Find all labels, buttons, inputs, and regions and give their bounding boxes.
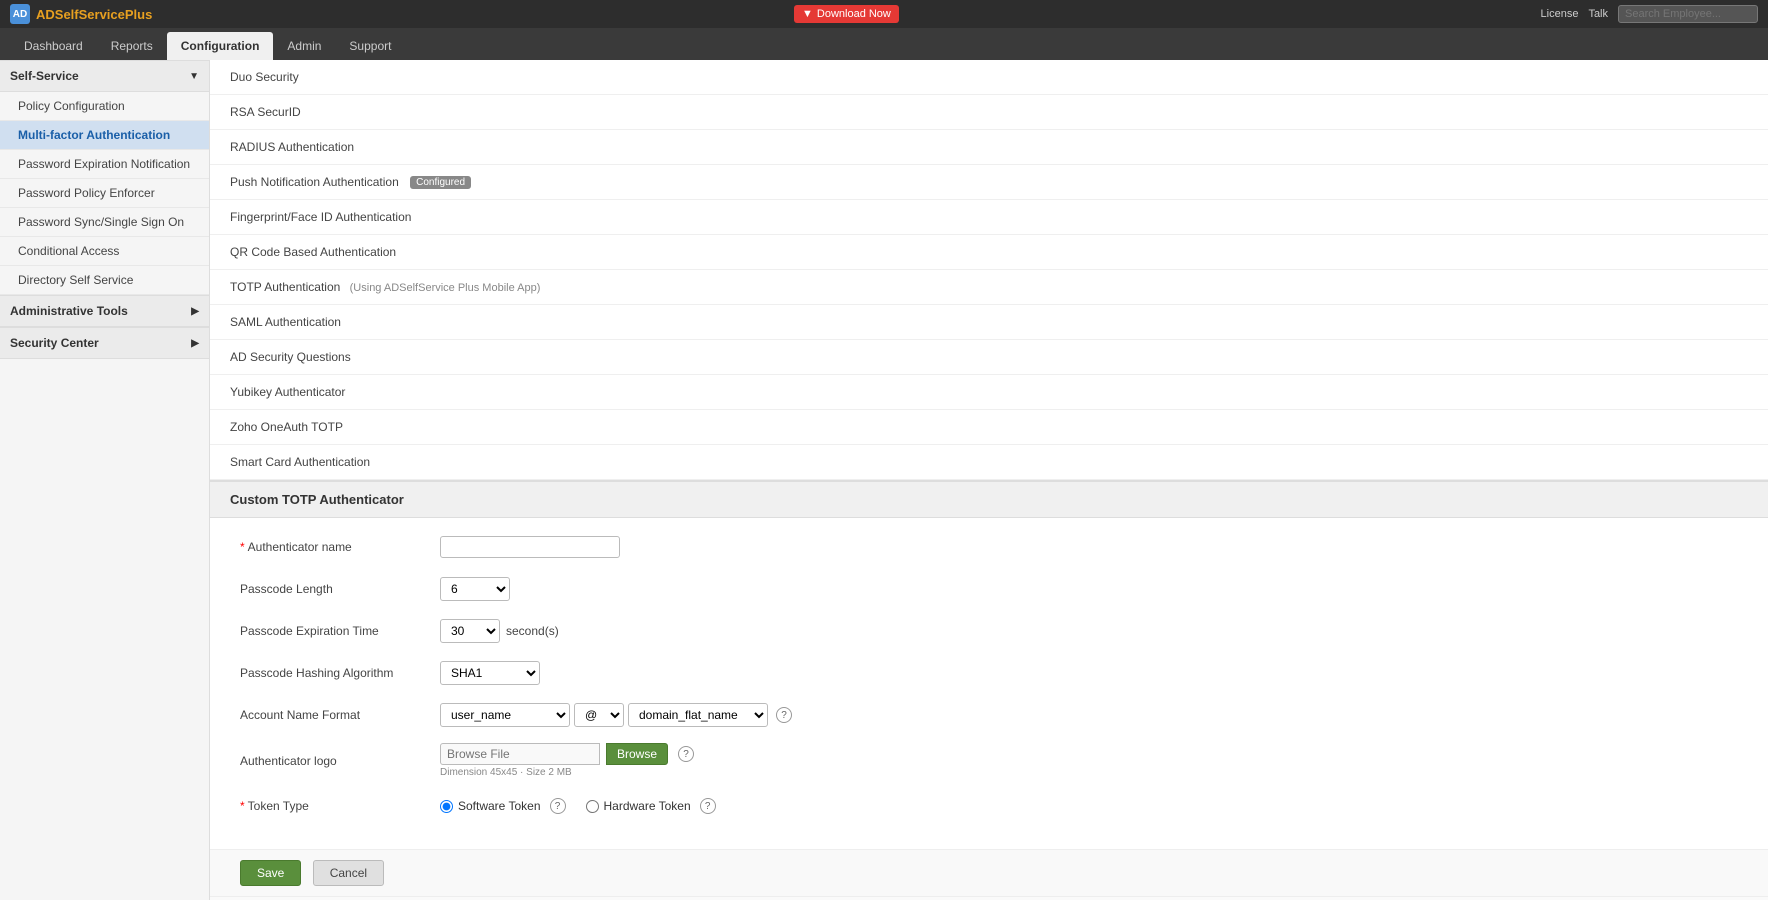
token-type-radios: Software Token ? Hardware Token ?	[440, 798, 716, 814]
download-button[interactable]: ▼ Download Now	[794, 5, 899, 23]
authenticator-name-row: *Authenticator name	[240, 533, 1738, 561]
sidebar-item-password-sync[interactable]: Password Sync/Single Sign On	[0, 208, 209, 237]
security-center-header[interactable]: Security Center ▶	[0, 327, 209, 359]
tab-reports[interactable]: Reports	[97, 32, 167, 60]
form-buttons: Save Cancel	[210, 849, 1768, 896]
passcode-expiration-label: Passcode Expiration Time	[240, 624, 440, 638]
passcode-hashing-label: Passcode Hashing Algorithm	[240, 666, 440, 680]
software-token-radio[interactable]	[440, 800, 453, 813]
custom-totp-section: Custom TOTP Authenticator *Authenticator…	[210, 480, 1768, 900]
sidebar-item-password-expiry[interactable]: Password Expiration Notification	[0, 150, 209, 179]
auth-item-zoho-totp[interactable]: Zoho OneAuth TOTP	[210, 410, 1768, 445]
custom-totp-header: Custom TOTP Authenticator	[210, 482, 1768, 518]
admin-tools-header[interactable]: Administrative Tools ▶	[0, 295, 209, 327]
account-user-select[interactable]: user_name email	[440, 703, 570, 727]
auth-item-ad-security[interactable]: AD Security Questions	[210, 340, 1768, 375]
tab-dashboard[interactable]: Dashboard	[10, 32, 97, 60]
authenticator-logo-row: Authenticator logo Browse ? Dimension 45…	[240, 743, 1738, 778]
search-input[interactable]	[1618, 5, 1758, 23]
sidebar-item-mfa[interactable]: Multi-factor Authentication	[0, 121, 209, 150]
tab-support[interactable]: Support	[335, 32, 405, 60]
account-separator-select[interactable]: @ _ - .	[574, 703, 624, 727]
passcode-expiration-row: Passcode Expiration Time 30 60 90 second…	[240, 617, 1738, 645]
logo-browse-area: Browse ? Dimension 45x45 · Size 2 MB	[440, 743, 694, 778]
authenticator-logo-label: Authenticator logo	[240, 754, 440, 768]
authenticator-name-input[interactable]	[440, 536, 620, 558]
tab-admin[interactable]: Admin	[273, 32, 335, 60]
account-domain-select[interactable]: domain_flat_name domain_dns_name	[628, 703, 768, 727]
auth-item-saml[interactable]: SAML Authentication	[210, 305, 1768, 340]
tab-configuration[interactable]: Configuration	[167, 32, 274, 60]
cancel-button[interactable]: Cancel	[313, 860, 384, 886]
top-right-area: License Talk	[1541, 5, 1758, 23]
dimension-hint: Dimension 45x45 · Size 2 MB	[440, 767, 694, 778]
sidebar-item-conditional-access[interactable]: Conditional Access	[0, 237, 209, 266]
self-service-header[interactable]: Self-Service ▼	[0, 60, 209, 92]
sidebar-item-directory-self-service[interactable]: Directory Self Service	[0, 266, 209, 295]
app-icon: AD	[10, 4, 30, 24]
nav-tabs: Dashboard Reports Configuration Admin Su…	[0, 28, 1768, 60]
license-link[interactable]: License	[1541, 8, 1579, 20]
auth-item-smart-card[interactable]: Smart Card Authentication	[210, 445, 1768, 480]
auth-item-totp[interactable]: TOTP Authentication (Using ADSelfService…	[210, 270, 1768, 305]
content-area: Duo Security RSA SecurID RADIUS Authenti…	[210, 60, 1768, 900]
logo-help-icon[interactable]: ?	[678, 746, 694, 762]
auth-item-radius[interactable]: RADIUS Authentication	[210, 130, 1768, 165]
passcode-expiration-select[interactable]: 30 60 90	[440, 619, 500, 643]
sidebar-item-password-policy[interactable]: Password Policy Enforcer	[0, 179, 209, 208]
totp-suffix: (Using ADSelfService Plus Mobile App)	[350, 282, 541, 294]
save-button[interactable]: Save	[240, 860, 301, 886]
passcode-length-label: Passcode Length	[240, 582, 440, 596]
logo-area: AD ADSelfServicePlus	[10, 4, 152, 24]
software-token-label[interactable]: Software Token ?	[440, 798, 566, 814]
expiration-unit: second(s)	[506, 624, 559, 638]
auth-item-fingerprint[interactable]: Fingerprint/Face ID Authentication	[210, 200, 1768, 235]
security-center-chevron: ▶	[191, 338, 199, 349]
talk-link[interactable]: Talk	[1588, 8, 1608, 20]
sidebar-item-policy-config[interactable]: Policy Configuration	[0, 92, 209, 121]
custom-totp-form: *Authenticator name Passcode Length 6 7 …	[210, 518, 1768, 849]
app-logo-text: ADSelfServicePlus	[36, 7, 152, 22]
self-service-chevron: ▼	[189, 71, 199, 82]
admin-tools-chevron: ▶	[191, 306, 199, 317]
note-section: Note Before saving the configuration, pl…	[210, 896, 1768, 900]
main-layout: Self-Service ▼ Policy Configuration Mult…	[0, 60, 1768, 900]
authenticator-name-label: *Authenticator name	[240, 540, 440, 554]
account-name-format-row: Account Name Format user_name email @ _ …	[240, 701, 1738, 729]
hardware-token-radio[interactable]	[586, 800, 599, 813]
browse-controls: Browse ?	[440, 743, 694, 765]
auth-item-rsa[interactable]: RSA SecurID	[210, 95, 1768, 130]
auth-item-push[interactable]: Push Notification Authentication Configu…	[210, 165, 1768, 200]
software-token-help-icon[interactable]: ?	[550, 798, 566, 814]
account-name-format-label: Account Name Format	[240, 708, 440, 722]
hardware-token-help-icon[interactable]: ?	[700, 798, 716, 814]
token-type-label: *Token Type	[240, 799, 440, 813]
passcode-hashing-row: Passcode Hashing Algorithm SHA1 SHA256 S…	[240, 659, 1738, 687]
browse-button[interactable]: Browse	[606, 743, 668, 765]
account-format-controls: user_name email @ _ - . domain_flat_name…	[440, 703, 792, 727]
configured-badge: Configured	[410, 176, 471, 189]
browse-file-input[interactable]	[440, 743, 600, 765]
auth-item-yubikey[interactable]: Yubikey Authenticator	[210, 375, 1768, 410]
token-type-row: *Token Type Software Token ? Hardware To…	[240, 792, 1738, 820]
sidebar: Self-Service ▼ Policy Configuration Mult…	[0, 60, 210, 900]
passcode-length-select[interactable]: 6 7 8	[440, 577, 510, 601]
passcode-hashing-select[interactable]: SHA1 SHA256 SHA512	[440, 661, 540, 685]
account-name-help-icon[interactable]: ?	[776, 707, 792, 723]
hardware-token-label[interactable]: Hardware Token ?	[586, 798, 716, 814]
auth-item-duo[interactable]: Duo Security	[210, 60, 1768, 95]
top-bar: AD ADSelfServicePlus ▼ Download Now Lice…	[0, 0, 1768, 28]
passcode-length-row: Passcode Length 6 7 8	[240, 575, 1738, 603]
auth-item-qr[interactable]: QR Code Based Authentication	[210, 235, 1768, 270]
